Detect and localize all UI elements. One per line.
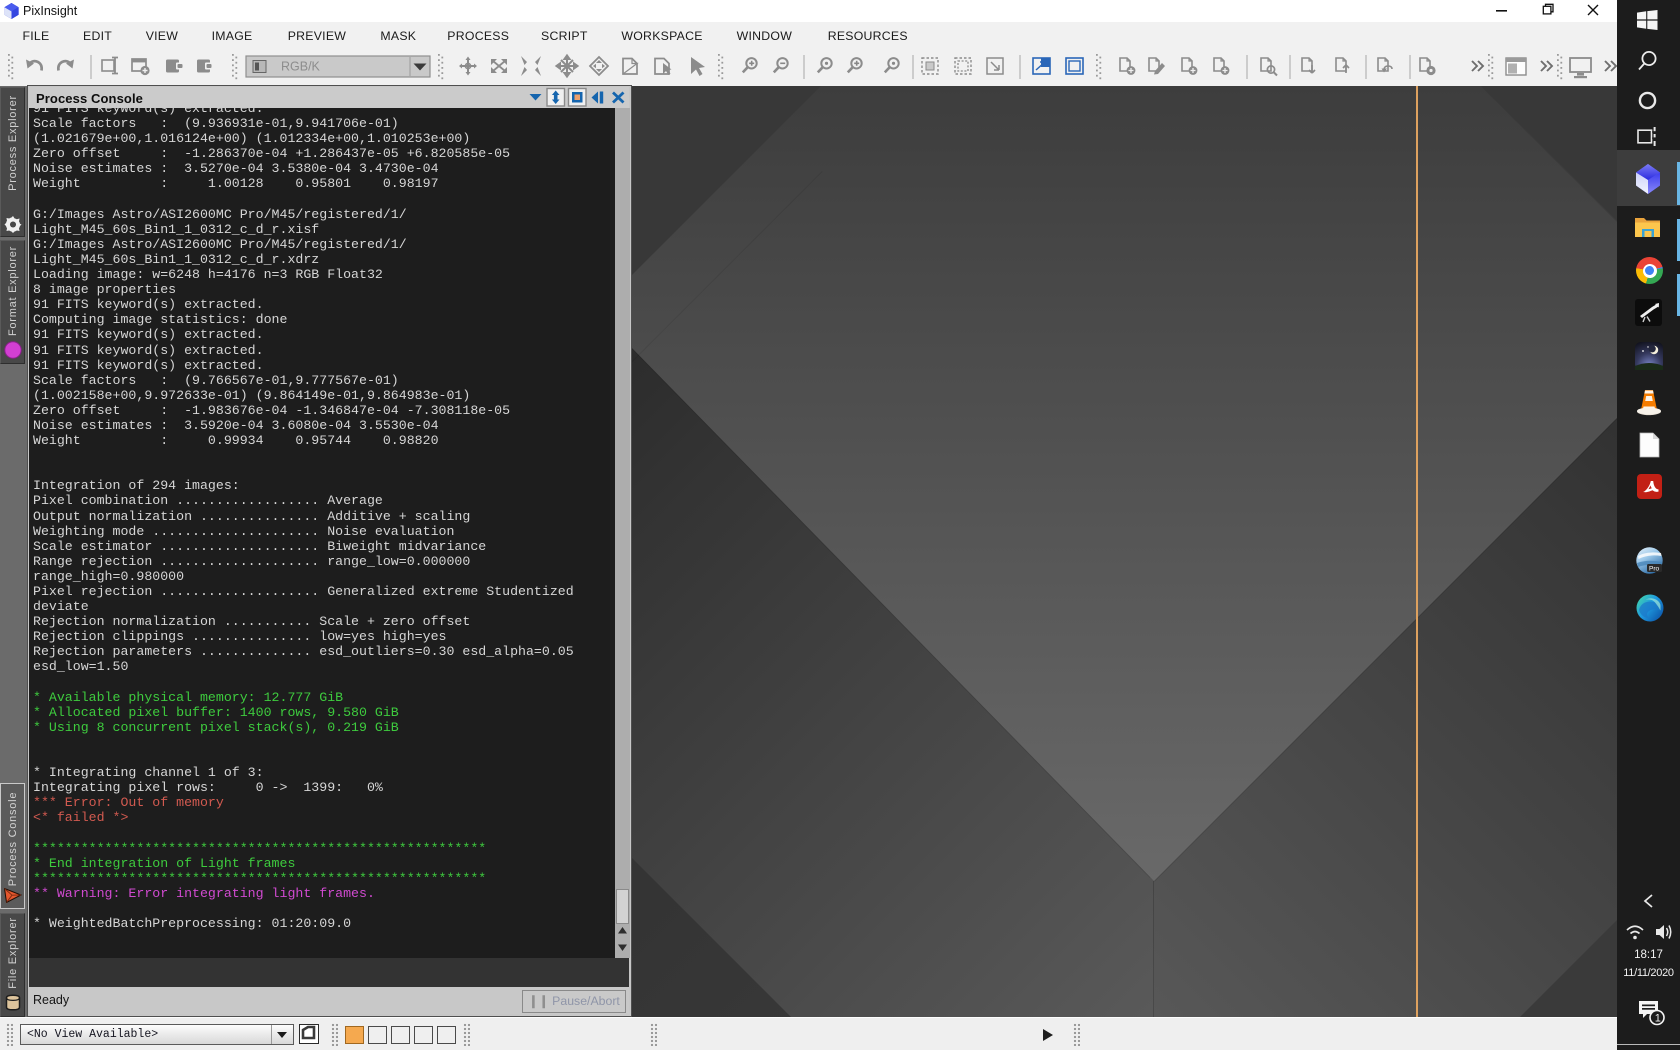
svg-text:Pro: Pro (1649, 566, 1660, 573)
svg-text:RGB/K: RGB/K (281, 60, 321, 74)
svg-text:1: 1 (1655, 1013, 1661, 1025)
